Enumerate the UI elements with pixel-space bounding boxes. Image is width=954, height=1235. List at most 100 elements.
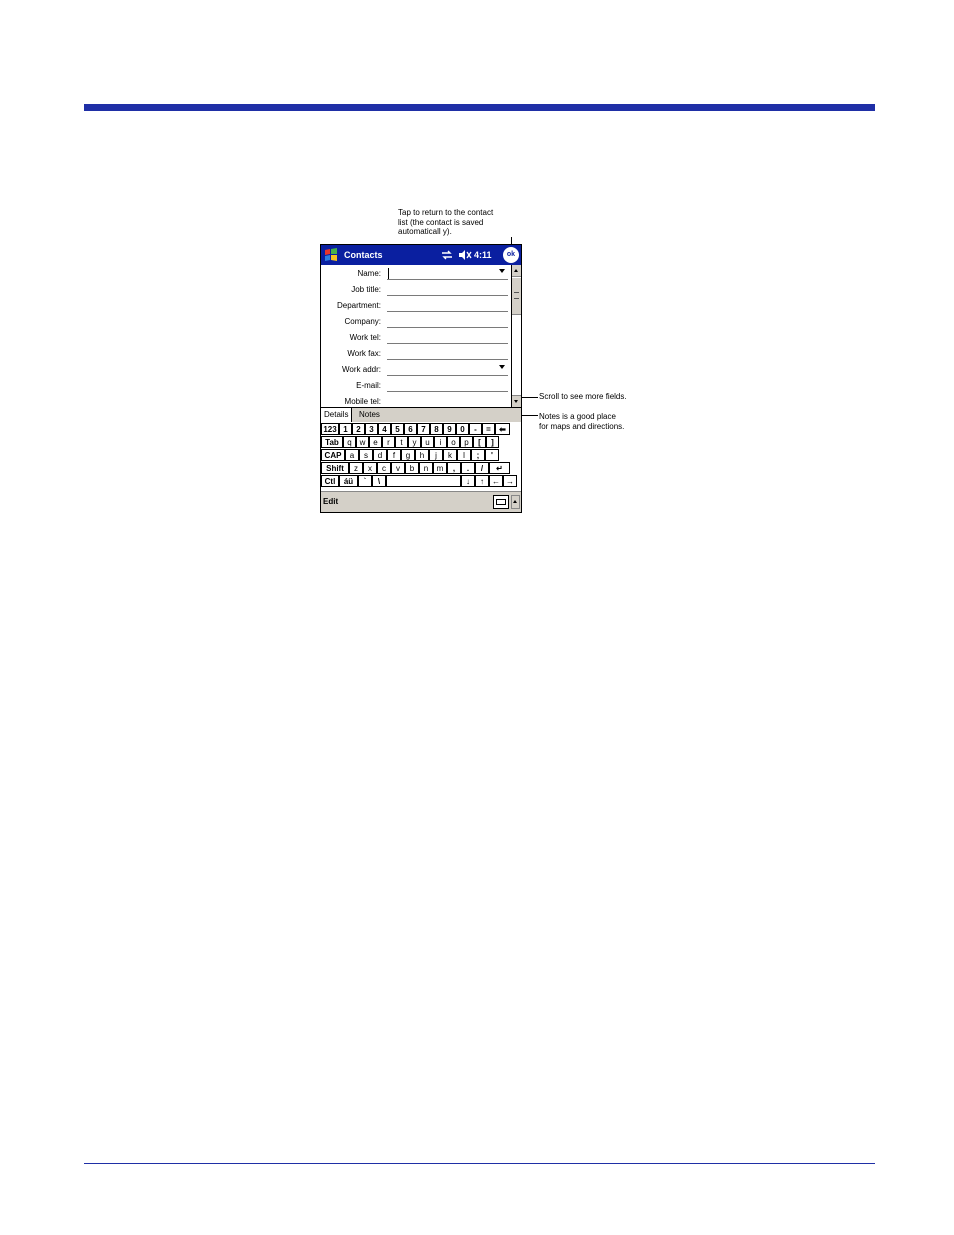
key-backslash[interactable]: \	[372, 475, 386, 487]
key-1[interactable]: 1	[339, 423, 352, 435]
key-z[interactable]: z	[349, 462, 363, 474]
pocketpc-screen: Contacts 4:11 ok Name: Job title: Depart…	[320, 244, 522, 513]
key-caps[interactable]: CAP	[321, 449, 345, 461]
windows-start-icon[interactable]	[322, 246, 340, 264]
key-backtick[interactable]: `	[358, 475, 372, 487]
key-l[interactable]: l	[457, 449, 471, 461]
key-5[interactable]: 5	[391, 423, 404, 435]
key-bracket-left[interactable]: [	[473, 436, 486, 448]
field-company[interactable]: Company:	[321, 313, 511, 329]
key-minus[interactable]: -	[469, 423, 482, 435]
field-label: Job title:	[351, 285, 381, 294]
key-m[interactable]: m	[433, 462, 447, 474]
app-title: Contacts	[344, 250, 383, 260]
scroll-callout-line	[520, 397, 538, 398]
clock[interactable]: 4:11	[474, 250, 492, 260]
tab-notes[interactable]: Notes	[356, 408, 383, 422]
name-input[interactable]	[387, 279, 508, 280]
key-123[interactable]: 123	[321, 423, 339, 435]
menu-bar: Edit	[321, 491, 521, 512]
key-arrow-down[interactable]: ↓	[461, 475, 475, 487]
key-shift[interactable]: Shift	[321, 462, 349, 474]
key-ctl[interactable]: Ctl	[321, 475, 339, 487]
key-a[interactable]: a	[345, 449, 359, 461]
key-j[interactable]: j	[429, 449, 443, 461]
key-0[interactable]: 0	[456, 423, 469, 435]
ok-button[interactable]: ok	[503, 247, 519, 263]
key-7[interactable]: 7	[417, 423, 430, 435]
speaker-icon[interactable]	[458, 249, 472, 261]
job-title-input[interactable]	[387, 295, 508, 296]
vertical-scrollbar[interactable]	[511, 265, 521, 407]
field-label: Work addr:	[342, 365, 381, 374]
key-w[interactable]: w	[356, 436, 369, 448]
key-o[interactable]: o	[447, 436, 460, 448]
key-arrow-right[interactable]: →	[503, 475, 517, 487]
tab-details[interactable]: Details	[321, 408, 353, 422]
field-work-tel[interactable]: Work tel:	[321, 329, 511, 345]
field-job-title[interactable]: Job title:	[321, 281, 511, 297]
key-u[interactable]: u	[421, 436, 434, 448]
field-work-fax[interactable]: Work fax:	[321, 345, 511, 361]
chevron-down-icon[interactable]	[499, 365, 505, 369]
chevron-down-icon[interactable]	[499, 269, 505, 273]
key-d[interactable]: d	[373, 449, 387, 461]
key-semicolon[interactable]: ;	[471, 449, 485, 461]
key-i[interactable]: i	[434, 436, 447, 448]
key-4[interactable]: 4	[378, 423, 391, 435]
key-backspace[interactable]: ⬅	[495, 423, 510, 435]
field-email[interactable]: E-mail:	[321, 377, 511, 393]
key-bracket-right[interactable]: ]	[486, 436, 499, 448]
keyboard-icon[interactable]	[493, 495, 509, 509]
key-b[interactable]: b	[405, 462, 419, 474]
key-9[interactable]: 9	[443, 423, 456, 435]
key-n[interactable]: n	[419, 462, 433, 474]
work-tel-input[interactable]	[387, 343, 508, 344]
key-y[interactable]: y	[408, 436, 421, 448]
key-c[interactable]: c	[377, 462, 391, 474]
key-e[interactable]: e	[369, 436, 382, 448]
work-addr-input[interactable]	[387, 375, 508, 376]
field-work-addr[interactable]: Work addr:	[321, 361, 511, 377]
key-accents[interactable]: áü	[339, 475, 358, 487]
key-quote[interactable]: '	[485, 449, 499, 461]
key-period[interactable]: .	[461, 462, 475, 474]
key-k[interactable]: k	[443, 449, 457, 461]
key-8[interactable]: 8	[430, 423, 443, 435]
key-slash[interactable]: /	[475, 462, 489, 474]
key-2[interactable]: 2	[352, 423, 365, 435]
key-arrow-up[interactable]: ↑	[475, 475, 489, 487]
field-department[interactable]: Department:	[321, 297, 511, 313]
key-equals[interactable]: =	[482, 423, 495, 435]
key-f[interactable]: f	[387, 449, 401, 461]
key-h[interactable]: h	[415, 449, 429, 461]
scroll-thumb[interactable]	[512, 277, 521, 315]
key-v[interactable]: v	[391, 462, 405, 474]
tab-strip: Details Notes	[321, 407, 521, 422]
key-comma[interactable]: ,	[447, 462, 461, 474]
key-p[interactable]: p	[460, 436, 473, 448]
department-input[interactable]	[387, 311, 508, 312]
key-3[interactable]: 3	[365, 423, 378, 435]
scroll-callout: Scroll to see more fields.	[539, 392, 627, 401]
key-g[interactable]: g	[401, 449, 415, 461]
key-tab[interactable]: Tab	[321, 436, 343, 448]
work-fax-input[interactable]	[387, 359, 508, 360]
key-enter[interactable]: ↵	[489, 462, 510, 474]
edit-menu[interactable]: Edit	[323, 497, 338, 506]
scroll-up-button[interactable]	[512, 265, 521, 277]
key-r[interactable]: r	[382, 436, 395, 448]
input-selector-arrow-icon[interactable]	[511, 495, 520, 509]
key-x[interactable]: x	[363, 462, 377, 474]
email-input[interactable]	[387, 391, 508, 392]
key-s[interactable]: s	[359, 449, 373, 461]
key-6[interactable]: 6	[404, 423, 417, 435]
key-t[interactable]: t	[395, 436, 408, 448]
key-arrow-left[interactable]: ←	[489, 475, 503, 487]
key-q[interactable]: q	[343, 436, 356, 448]
company-input[interactable]	[387, 327, 508, 328]
field-name[interactable]: Name:	[321, 265, 511, 281]
key-space[interactable]	[386, 475, 461, 487]
connectivity-icon[interactable]	[441, 249, 453, 261]
scroll-down-button[interactable]	[512, 395, 521, 407]
